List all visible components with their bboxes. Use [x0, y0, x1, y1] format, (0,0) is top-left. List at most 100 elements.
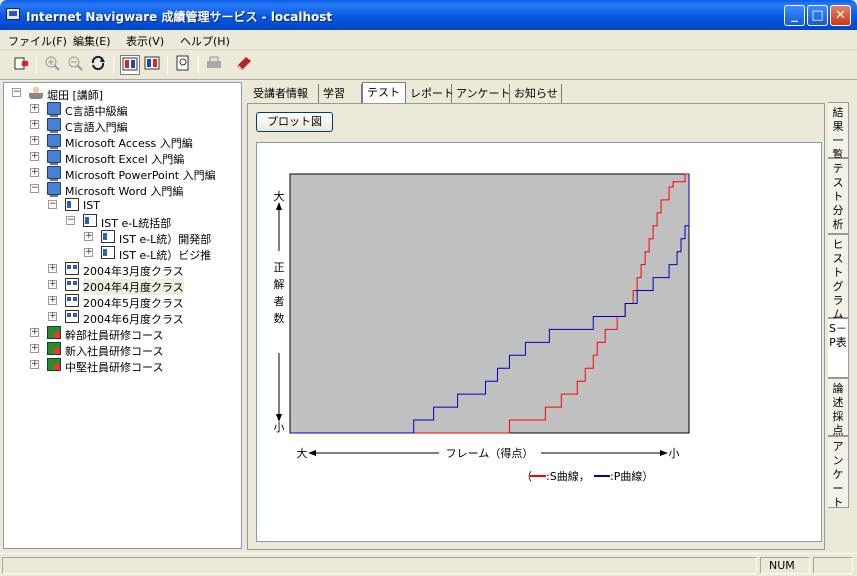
- class-icon: [65, 278, 79, 291]
- tree-item[interactable]: +2004年6月度クラス: [46, 309, 234, 326]
- expand-toggle[interactable]: +: [30, 136, 39, 145]
- vtab-1[interactable]: テスト分析: [828, 158, 849, 234]
- toolbar: [0, 51, 857, 80]
- menu-bar: ファイル(F) 編集(E) 表示(V) ヘルプ(H): [0, 30, 857, 50]
- sp-chart: 大小正解者数大 小フレーム（得点）（:S曲線，:P曲線）: [274, 173, 690, 483]
- window-title: Internet Navigware 成績管理サービス - localhost: [26, 10, 333, 24]
- collapse-toggle[interactable]: −: [48, 200, 57, 209]
- y-axis-label-char: 解: [274, 277, 285, 291]
- vtab-2[interactable]: ヒストグラム: [828, 234, 849, 321]
- x-axis-arrowhead-left: [308, 450, 316, 456]
- test-page: プロット図 大小正解者数大小フレーム（得点）（:S曲線，:P曲線）: [247, 103, 825, 550]
- zoom-out-icon[interactable]: [65, 55, 85, 75]
- content-area: 受講者情報 学習 テスト レポート アンケート お知らせ プロット図 大小正解者数大小フレ…: [245, 82, 853, 551]
- y-axis-top-label: 大: [274, 189, 285, 203]
- expand-toggle[interactable]: +: [48, 280, 57, 289]
- tree-item-label: 中堅社員研修コース: [65, 361, 164, 374]
- compare-icon[interactable]: [142, 55, 162, 75]
- title-bar: Internet Navigware 成績管理サービス - localhost …: [0, 0, 857, 30]
- class-icon: [65, 310, 79, 323]
- sp-table-icon[interactable]: [120, 55, 140, 75]
- collapse-toggle[interactable]: −: [30, 184, 39, 193]
- tree-item[interactable]: + Microsoft Access 入門編: [28, 133, 234, 150]
- zoom-in-icon[interactable]: [42, 55, 62, 75]
- expand-toggle[interactable]: +: [84, 248, 93, 257]
- tree-item-label: IST: [83, 199, 100, 212]
- tree-item[interactable]: + 幹部社員研修コース: [28, 325, 234, 342]
- collapse-toggle[interactable]: −: [66, 216, 75, 225]
- menu-edit[interactable]: 編集(E): [73, 33, 111, 49]
- status-num: NUM: [760, 557, 810, 574]
- expand-toggle[interactable]: +: [48, 312, 57, 321]
- status-message: [2, 557, 757, 574]
- pc-icon: [47, 182, 61, 197]
- vtab-0[interactable]: 結果一覧: [828, 102, 849, 161]
- y-axis-arrowhead-up: [276, 202, 282, 210]
- expand-toggle[interactable]: +: [30, 168, 39, 177]
- org-icon: [83, 214, 97, 227]
- org-icon: [101, 230, 115, 243]
- x-axis-arrowhead-right: [660, 450, 668, 456]
- tree-item[interactable]: − IST e-L統括部: [64, 213, 234, 230]
- plot-button[interactable]: プロット図: [256, 112, 333, 132]
- menu-help[interactable]: ヘルプ(H): [180, 33, 230, 49]
- plot-frame: 大小正解者数大小フレーム（得点）（:S曲線，:P曲線）: [256, 142, 822, 542]
- menu-file[interactable]: ファイル(F): [8, 33, 67, 49]
- vertical-tabs: 結果一覧 テスト分析 ヒストグラム S－P表 論述採点 アンケート: [828, 102, 850, 512]
- org-icon: [65, 198, 79, 211]
- org-icon: [101, 246, 115, 259]
- tab-1[interactable]: 学習: [319, 84, 362, 103]
- status-bar: NUM: [0, 553, 857, 576]
- pc-icon: [47, 102, 61, 117]
- maximize-button[interactable]: □: [807, 5, 828, 26]
- preview-icon[interactable]: [173, 55, 193, 75]
- expand-toggle[interactable]: +: [30, 328, 39, 337]
- x-axis-left-label: 大: [297, 446, 308, 460]
- expand-toggle[interactable]: +: [48, 296, 57, 305]
- tree-root[interactable]: − 堀田 [講師]: [10, 85, 235, 102]
- tree-item[interactable]: + IST e-L統）ビジ推: [82, 245, 234, 262]
- class-icon: [65, 294, 79, 307]
- instructor-icon: [29, 86, 43, 99]
- vtab-3[interactable]: S－P表: [828, 318, 849, 378]
- expand-toggle[interactable]: +: [30, 104, 39, 113]
- tab-0[interactable]: 受講者情報: [249, 84, 319, 103]
- tab-2[interactable]: テスト: [362, 82, 406, 104]
- expand-toggle[interactable]: +: [48, 264, 57, 273]
- tree-item[interactable]: + Microsoft PowerPoint 入門編: [28, 165, 234, 182]
- course-tree[interactable]: − 堀田 [講師] + C言語中級編 + C言語入門編 + Microsoft Acces…: [3, 82, 242, 549]
- group-icon: [47, 326, 61, 339]
- legend-label-p-curve: :P曲線）: [610, 469, 653, 483]
- print-icon[interactable]: [204, 55, 224, 75]
- class-icon: [65, 262, 79, 275]
- legend-label-s-curve: :S曲線，: [546, 469, 590, 483]
- tree-item[interactable]: + IST e-L統）開発部: [82, 229, 234, 246]
- tab-5[interactable]: お知らせ: [510, 84, 562, 103]
- expand-toggle[interactable]: +: [84, 232, 93, 241]
- book-icon[interactable]: [234, 55, 254, 75]
- tree-item[interactable]: − IST: [46, 197, 234, 213]
- tab-4[interactable]: アンケート: [452, 84, 511, 103]
- tab-3[interactable]: レポート: [406, 84, 454, 103]
- tree-item[interactable]: + C言語入門編: [28, 117, 234, 134]
- expand-toggle[interactable]: +: [30, 344, 39, 353]
- expand-toggle[interactable]: +: [30, 120, 39, 129]
- vtab-5[interactable]: アンケート: [828, 436, 849, 509]
- exit-icon[interactable]: [11, 55, 31, 75]
- tree-item[interactable]: +2004年5月度クラス: [46, 293, 234, 310]
- tree-item[interactable]: + C言語中級編: [28, 101, 234, 118]
- minimize-button[interactable]: _: [784, 5, 805, 26]
- tree-item[interactable]: − Microsoft Word 入門編: [28, 181, 234, 198]
- tree-item[interactable]: +2004年4月度クラス: [46, 277, 234, 295]
- tree-item[interactable]: + Microsoft Excel 入門編: [28, 149, 234, 166]
- close-button[interactable]: ✕: [830, 5, 851, 26]
- refresh-icon[interactable]: [88, 55, 108, 75]
- menu-view[interactable]: 表示(V): [126, 33, 164, 49]
- tree-item[interactable]: + 新入社員研修コース: [28, 341, 234, 358]
- expand-toggle[interactable]: +: [30, 152, 39, 161]
- vtab-4[interactable]: 論述採点: [828, 378, 849, 437]
- tree-item[interactable]: +2004年3月度クラス: [46, 261, 234, 278]
- expand-toggle[interactable]: +: [30, 360, 39, 369]
- pc-icon: [47, 166, 61, 181]
- tree-item[interactable]: + 中堅社員研修コース: [28, 357, 234, 374]
